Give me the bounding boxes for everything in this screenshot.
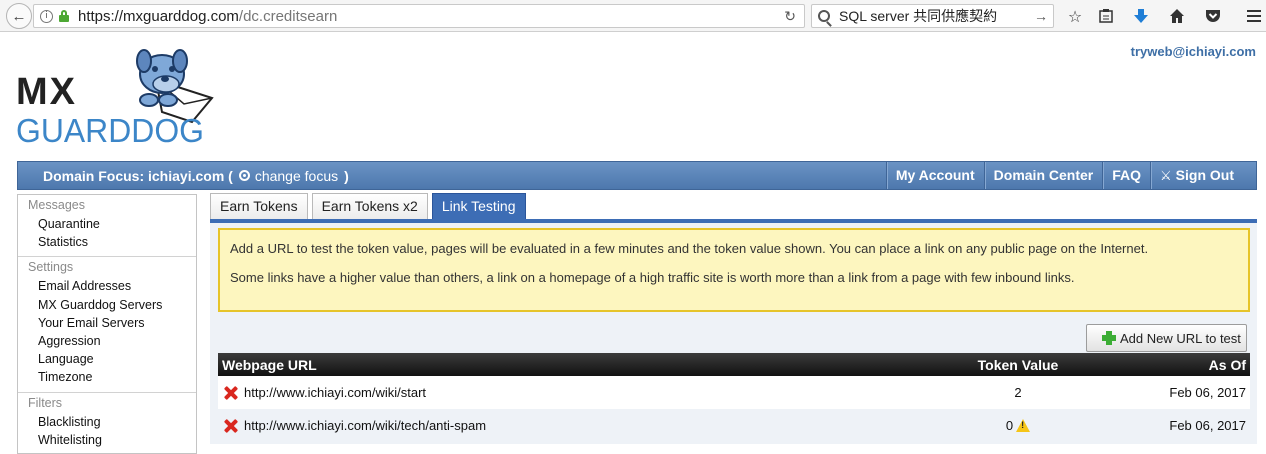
row-date: Feb 06, 2017	[1169, 418, 1246, 433]
delete-x-icon[interactable]	[224, 386, 238, 400]
add-new-url-label: Add New URL to test	[1120, 330, 1241, 346]
warning-icon	[1016, 419, 1031, 432]
download-icon[interactable]	[1130, 5, 1152, 27]
notice-line-1: Add a URL to test the token value, pages…	[230, 241, 1149, 256]
reading-list-icon[interactable]	[1095, 5, 1117, 27]
change-focus-text: change focus	[254, 167, 339, 184]
domain-focus: Domain Focus: ichiayi.com ( change focus…	[43, 168, 349, 184]
link-testing-panel: Add a URL to test the token value, pages…	[210, 223, 1257, 444]
table-row: http://www.ichiayi.com/wiki/tech/anti-sp…	[218, 409, 1250, 442]
row-url[interactable]: http://www.ichiayi.com/wiki/tech/anti-sp…	[244, 418, 486, 433]
top-nav-bar: Domain Focus: ichiayi.com ( change focus…	[17, 161, 1257, 190]
header-token-value[interactable]: Token Value	[918, 357, 1118, 373]
logo-guarddog-text: GUARDDOG	[16, 112, 204, 146]
sidebar-heading: Settings	[28, 260, 74, 275]
row-url-cell: http://www.ichiayi.com/wiki/start	[218, 385, 918, 400]
info-icon[interactable]: i	[40, 9, 53, 23]
browser-search-box[interactable]: SQL server 共同供應契約 →	[811, 4, 1054, 28]
browser-toolbar: ← i https://mxguarddog.com/dc.creditsear…	[0, 0, 1266, 32]
row-date: Feb 06, 2017	[1169, 385, 1246, 400]
add-new-url-button[interactable]: Add New URL to test	[1086, 324, 1247, 352]
sidebar-item-whitelisting[interactable]: Whitelisting	[28, 431, 196, 449]
delete-x-icon[interactable]	[224, 419, 238, 433]
tab-link-testing[interactable]: Link Testing	[431, 193, 526, 220]
address-bar[interactable]: i https://mxguarddog.com/dc.creditsearn …	[33, 4, 805, 28]
header-as-of[interactable]: As Of	[1118, 357, 1250, 373]
sidebar-group-filters: Filters Blacklisting Whitelisting	[18, 393, 196, 454]
row-token: 0	[1005, 418, 1014, 433]
sidebar-group-settings: Settings Email Addresses MX Guarddog Ser…	[18, 257, 196, 393]
row-url-cell: http://www.ichiayi.com/wiki/tech/anti-sp…	[218, 418, 918, 433]
arrow-right-icon[interactable]: →	[1034, 8, 1048, 24]
nav-my-account[interactable]: My Account	[885, 162, 984, 189]
sidebar: Messages Quarantine Statistics Settings …	[17, 194, 197, 454]
pocket-icon[interactable]	[1202, 5, 1224, 27]
tab-earn-tokens[interactable]: Earn Tokens	[210, 193, 308, 219]
menu-icon[interactable]	[1243, 5, 1265, 27]
search-text[interactable]: SQL server 共同供應契約	[839, 6, 997, 26]
sidebar-group-messages: Messages Quarantine Statistics	[18, 195, 196, 258]
table-row: http://www.ichiayi.com/wiki/start 2 Feb …	[218, 376, 1250, 409]
info-notice: Add a URL to test the token value, pages…	[218, 228, 1250, 312]
table-header: Webpage URL Token Value As Of	[218, 353, 1250, 376]
home-icon[interactable]	[1166, 5, 1188, 27]
user-email-link[interactable]: tryweb@ichiayi.com	[1131, 44, 1256, 59]
change-focus-link[interactable]: change focus	[237, 168, 338, 184]
sidebar-item-mx-guarddog-servers[interactable]: MX Guarddog Servers	[28, 296, 196, 314]
sidebar-item-statistics[interactable]: Statistics	[28, 233, 196, 251]
close-paren: )	[344, 167, 349, 184]
sidebar-item-language[interactable]: Language	[28, 350, 196, 368]
url-text[interactable]: https://mxguarddog.com/dc.creditsearn	[78, 8, 337, 25]
nav-faq[interactable]: FAQ	[1102, 162, 1150, 189]
account-nav: My Account Domain Center FAQ ⚔ Sign Out	[885, 162, 1243, 189]
sidebar-item-aggression[interactable]: Aggression	[28, 332, 196, 350]
header-webpage-url[interactable]: Webpage URL	[218, 357, 918, 373]
mx-guarddog-logo[interactable]: MX GUARDDOG	[16, 42, 216, 149]
notice-line-2: Some links have a higher value than othe…	[230, 270, 1075, 285]
sidebar-item-blacklisting[interactable]: Blacklisting	[28, 413, 196, 431]
row-url[interactable]: http://www.ichiayi.com/wiki/start	[244, 385, 426, 400]
row-token: 2	[1014, 385, 1022, 400]
row-token-cell: 0	[918, 418, 1118, 433]
sidebar-heading: Filters	[28, 395, 63, 410]
target-icon	[238, 169, 250, 181]
logo-mx-text: MX	[16, 71, 77, 113]
tab-earn-tokens-x2[interactable]: Earn Tokens x2	[311, 193, 428, 219]
url-table: Webpage URL Token Value As Of http://www…	[218, 353, 1250, 442]
sidebar-item-timezone[interactable]: Timezone	[28, 368, 196, 386]
star-icon[interactable]: ☆	[1064, 5, 1086, 27]
domain-focus-label: Domain Focus: ichiayi.com (	[43, 167, 233, 184]
sidebar-item-quarantine[interactable]: Quarantine	[28, 215, 196, 233]
plus-icon	[1102, 331, 1116, 345]
reload-icon[interactable]: ↻	[784, 8, 796, 25]
search-icon	[818, 10, 830, 22]
sidebar-item-your-email-servers[interactable]: Your Email Servers	[28, 314, 196, 332]
lock-icon	[59, 10, 69, 22]
sign-out-label: Sign Out	[1175, 167, 1234, 183]
nav-domain-center[interactable]: Domain Center	[983, 162, 1103, 189]
sidebar-item-email-addresses[interactable]: Email Addresses	[28, 277, 196, 295]
url-host: https://mxguarddog.com	[78, 7, 239, 25]
url-path: /dc.creditsearn	[238, 7, 338, 25]
back-arrow-icon[interactable]: ←	[6, 3, 32, 29]
nav-sign-out[interactable]: ⚔ Sign Out	[1150, 162, 1243, 189]
sign-out-icon: ⚔	[1160, 169, 1172, 184]
tab-bar: Earn Tokens Earn Tokens x2 Link Testing	[210, 193, 530, 220]
sidebar-heading: Messages	[28, 198, 85, 212]
